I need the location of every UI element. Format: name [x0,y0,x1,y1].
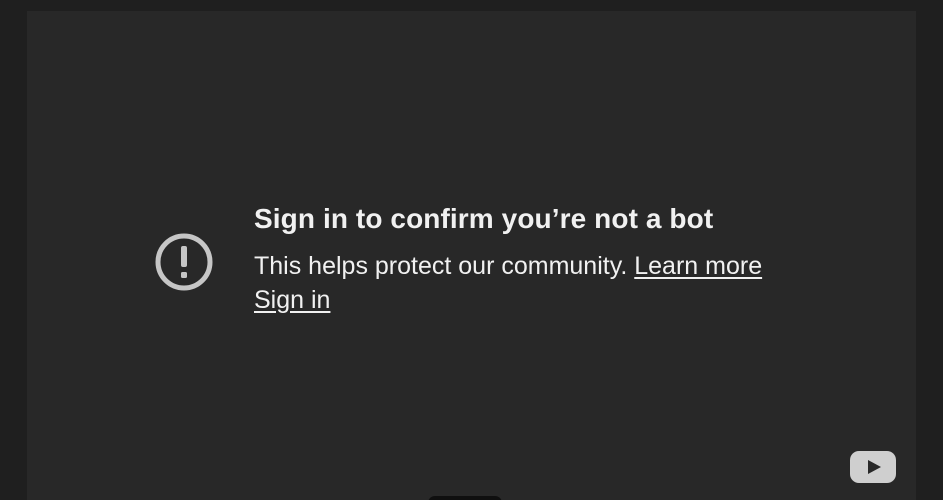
error-message: Sign in to confirm you’re not a bot This… [153,201,762,317]
error-subtitle: This helps protect our community. [254,252,628,280]
sign-in-link[interactable]: Sign in [254,286,330,314]
sign-in-row: Sign in [254,283,762,317]
youtube-logo-icon[interactable] [850,451,896,483]
alert-circle-icon [155,233,213,291]
bottom-edge-element [428,496,502,500]
video-player-frame: Sign in to confirm you’re not a bot This… [27,11,916,500]
error-subtitle-row: This helps protect our community. Learn … [254,249,762,283]
learn-more-link[interactable]: Learn more [634,252,762,280]
error-title: Sign in to confirm you’re not a bot [254,203,714,234]
error-text: Sign in to confirm you’re not a bot This… [254,201,762,317]
